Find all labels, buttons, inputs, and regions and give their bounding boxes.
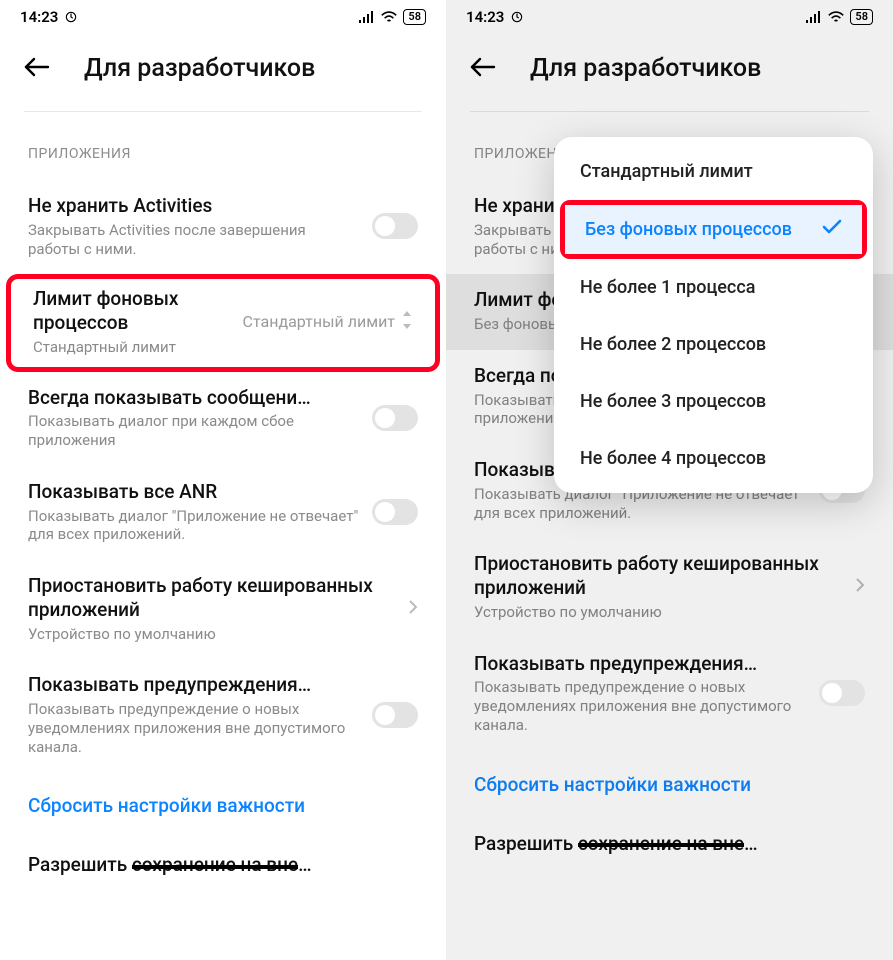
phone-left: 14:23 58 Для разработчиков ПРИЛОЖЕНИЯ Не… [0, 0, 446, 960]
item-value: Стандартный лимит [243, 313, 395, 331]
item-reset-importance[interactable]: Сбросить настройки важности [446, 751, 893, 818]
item-suspend-cached[interactable]: Приостановить работу кешированных прилож… [446, 538, 893, 637]
highlight-selected-option: Без фоновых процессов [560, 200, 867, 259]
popup-option-max1[interactable]: Не более 1 процесса [554, 259, 873, 316]
app-header: Для разработчиков [0, 34, 446, 101]
status-bar: 14:23 58 [0, 0, 446, 34]
popup-option-label: Без фоновых процессов [585, 219, 792, 240]
item-crash-dialog[interactable]: Всегда показывать сообщени… Показывать д… [0, 372, 446, 466]
item-allow-external[interactable]: Разрешить сохранение на вне… [446, 818, 893, 859]
status-misc-icon [510, 10, 524, 24]
toggle-activities[interactable] [372, 213, 418, 239]
status-time: 14:23 [466, 8, 504, 26]
wifi-icon [827, 11, 845, 24]
popup-option-max4[interactable]: Не более 4 процессов [554, 430, 873, 487]
page-title: Для разработчиков [84, 54, 315, 83]
chevron-right-icon [855, 577, 865, 597]
wifi-icon [380, 11, 398, 24]
page-title: Для разработчиков [530, 54, 761, 83]
popup-option-standard[interactable]: Стандартный лимит [554, 143, 873, 200]
item-title: Лимит фоновых процессов [33, 287, 233, 335]
item-title: Не хранить Activities [28, 194, 360, 218]
item-activities[interactable]: Не хранить Activities Закрывать Activiti… [0, 180, 446, 274]
item-sub: Показывать предупреждение о новых уведом… [28, 700, 360, 756]
bg-limit-popup: Стандартный лимит Без фоновых процессов … [554, 137, 873, 493]
check-icon [822, 219, 842, 240]
status-time: 14:23 [20, 8, 58, 26]
item-sub: Показывать диалог при каждом сбое прилож… [28, 412, 360, 450]
item-title: Всегда показывать сообщени… [28, 386, 360, 410]
item-title: Разрешить сохранение на вне… [474, 832, 865, 856]
item-sub: Стандартный лимит [33, 338, 233, 357]
popup-option-max3[interactable]: Не более 3 процессов [554, 373, 873, 430]
back-icon[interactable] [24, 57, 50, 81]
item-reset-importance[interactable]: Сбросить настройки важности [0, 772, 446, 839]
item-title: Разрешить сохранение на вне… [28, 853, 418, 877]
section-label: ПРИЛОЖЕНИЯ [0, 112, 446, 180]
item-sub: Устройство по умолчанию [474, 603, 843, 622]
chevron-right-icon [408, 599, 418, 619]
toggle-crash[interactable] [372, 405, 418, 431]
toggle-warnings[interactable] [819, 680, 865, 706]
item-sub: Показывать предупреждение о новых уведом… [474, 678, 807, 734]
item-suspend-cached[interactable]: Приостановить работу кешированных прилож… [0, 560, 446, 659]
item-title: Показывать предупреждения… [474, 652, 807, 676]
status-misc-icon [64, 10, 78, 24]
back-icon[interactable] [470, 57, 496, 81]
item-sub: Устройство по умолчанию [28, 625, 396, 644]
app-header: Для разработчиков [446, 34, 893, 101]
battery-icon: 58 [403, 9, 426, 25]
status-bar: 14:23 58 [446, 0, 893, 34]
item-title: Приостановить работу кешированных прилож… [474, 552, 843, 600]
item-title: Показывать все ANR [28, 480, 360, 504]
item-allow-external[interactable]: Разрешить сохранение на вне… [0, 839, 446, 880]
item-sub: Показывать диалог "Приложение не отвечае… [28, 507, 360, 545]
item-sub: Закрывать Activities после завершения ра… [28, 221, 360, 259]
signal-icon [806, 11, 822, 23]
popup-option-max2[interactable]: Не более 2 процессов [554, 316, 873, 373]
toggle-warnings[interactable] [372, 702, 418, 728]
popup-option-no-bg[interactable]: Без фоновых процессов [565, 205, 862, 254]
battery-icon: 58 [850, 9, 873, 25]
item-warnings[interactable]: Показывать предупреждения… Показывать пр… [0, 659, 446, 772]
highlight-bg-limit: Лимит фоновых процессов Стандартный лими… [6, 274, 440, 371]
item-warnings[interactable]: Показывать предупреждения… Показывать пр… [446, 638, 893, 751]
updown-icon [401, 311, 413, 333]
item-anr[interactable]: Показывать все ANR Показывать диалог "Пр… [0, 466, 446, 560]
item-title: Приостановить работу кешированных прилож… [28, 574, 396, 622]
phone-right: 14:23 58 Для разработчиков ПРИЛОЖЕНИЯ Не… [446, 0, 893, 960]
item-title: Показывать предупреждения… [28, 673, 360, 697]
signal-icon [359, 11, 375, 23]
toggle-anr[interactable] [372, 499, 418, 525]
